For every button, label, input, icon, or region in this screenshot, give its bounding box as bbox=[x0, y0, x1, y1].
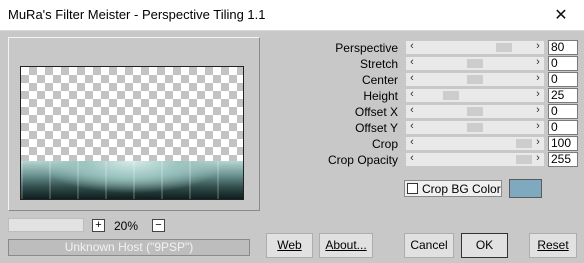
dialog-window: MuRa's Filter Meister - Perspective Tili… bbox=[0, 0, 584, 263]
slider-track[interactable] bbox=[418, 73, 532, 86]
chevron-right-icon[interactable]: › bbox=[532, 136, 544, 149]
param-label: Offset Y bbox=[355, 121, 398, 135]
preview-image[interactable] bbox=[20, 66, 244, 200]
chevron-right-icon[interactable]: › bbox=[532, 152, 544, 165]
chevron-right-icon[interactable]: › bbox=[532, 104, 544, 117]
param-label: Perspective bbox=[335, 41, 398, 55]
slider-track[interactable] bbox=[418, 41, 532, 54]
slider-track[interactable] bbox=[418, 89, 532, 102]
chevron-right-icon[interactable]: › bbox=[532, 56, 544, 69]
param-label: Height bbox=[363, 89, 398, 103]
param-label: Crop bbox=[371, 137, 398, 151]
chevron-right-icon[interactable]: › bbox=[532, 120, 544, 133]
zoom-in-button[interactable]: + bbox=[92, 219, 105, 232]
slider-track[interactable] bbox=[418, 121, 532, 134]
param-slider[interactable]: ‹ › bbox=[406, 40, 544, 54]
param-value-field[interactable]: 80 bbox=[548, 40, 578, 55]
crop-bg-checkbox[interactable] bbox=[407, 183, 418, 194]
about-button[interactable]: About... bbox=[319, 233, 373, 258]
crop-bg-label: Crop BG Color bbox=[422, 182, 501, 196]
preview-frame bbox=[8, 37, 260, 211]
ok-button[interactable]: OK bbox=[461, 233, 508, 258]
crop-bg-color-swatch[interactable] bbox=[509, 179, 542, 198]
slider-track[interactable] bbox=[418, 153, 532, 166]
slider-thumb[interactable] bbox=[467, 123, 483, 132]
param-slider[interactable]: ‹ › bbox=[406, 120, 544, 134]
slider-thumb[interactable] bbox=[516, 139, 532, 148]
chevron-left-icon[interactable]: ‹ bbox=[406, 56, 418, 69]
param-slider[interactable]: ‹ › bbox=[406, 136, 544, 150]
zoom-out-button[interactable]: − bbox=[152, 219, 165, 232]
chevron-right-icon[interactable]: › bbox=[532, 72, 544, 85]
web-button[interactable]: Web bbox=[266, 233, 313, 258]
crop-bg-color-control[interactable]: Crop BG Color bbox=[404, 180, 502, 197]
chevron-left-icon[interactable]: ‹ bbox=[406, 72, 418, 85]
param-slider[interactable]: ‹ › bbox=[406, 88, 544, 102]
chevron-left-icon[interactable]: ‹ bbox=[406, 136, 418, 149]
window-title: MuRa's Filter Meister - Perspective Tili… bbox=[8, 7, 266, 22]
slider-thumb[interactable] bbox=[467, 107, 483, 116]
slider-thumb[interactable] bbox=[443, 91, 459, 100]
chevron-left-icon[interactable]: ‹ bbox=[406, 88, 418, 101]
chevron-right-icon[interactable]: › bbox=[532, 88, 544, 101]
param-value-field[interactable]: 0 bbox=[548, 72, 578, 87]
param-value-field[interactable]: 25 bbox=[548, 88, 578, 103]
chevron-left-icon[interactable]: ‹ bbox=[406, 40, 418, 53]
param-slider[interactable]: ‹ › bbox=[406, 104, 544, 118]
chevron-right-icon[interactable]: › bbox=[532, 40, 544, 53]
param-value-field[interactable]: 0 bbox=[548, 104, 578, 119]
param-label: Offset X bbox=[354, 105, 398, 119]
chevron-left-icon[interactable]: ‹ bbox=[406, 104, 418, 117]
tiled-floor-preview bbox=[21, 161, 243, 199]
slider-track[interactable] bbox=[418, 57, 532, 70]
title-bar: MuRa's Filter Meister - Perspective Tili… bbox=[0, 0, 584, 31]
param-label: Crop Opacity bbox=[327, 153, 398, 167]
slider-thumb[interactable] bbox=[467, 75, 483, 84]
slider-thumb[interactable] bbox=[496, 43, 512, 52]
param-label: Center bbox=[361, 73, 398, 87]
param-value-field[interactable]: 0 bbox=[548, 120, 578, 135]
param-value-field[interactable]: 0 bbox=[548, 56, 578, 71]
chevron-left-icon[interactable]: ‹ bbox=[406, 152, 418, 165]
zoom-level: 20% bbox=[114, 219, 139, 233]
param-slider[interactable]: ‹ › bbox=[406, 72, 544, 86]
reset-button-label: Reset bbox=[537, 238, 569, 252]
dialog-client: + 20% − Unknown Host ("9PSP") Perspectiv… bbox=[0, 31, 584, 263]
host-status: Unknown Host ("9PSP") bbox=[8, 239, 250, 256]
param-slider[interactable]: ‹ › bbox=[406, 152, 544, 166]
close-icon[interactable]: ✕ bbox=[538, 0, 584, 30]
about-button-label: About... bbox=[325, 238, 367, 252]
reset-button[interactable]: Reset bbox=[529, 233, 577, 258]
slider-track[interactable] bbox=[418, 105, 532, 118]
param-value-field[interactable]: 100 bbox=[548, 136, 578, 151]
slider-thumb[interactable] bbox=[516, 155, 532, 164]
chevron-left-icon[interactable]: ‹ bbox=[406, 120, 418, 133]
slider-track[interactable] bbox=[418, 137, 532, 150]
param-value-field[interactable]: 255 bbox=[548, 152, 578, 167]
cancel-button[interactable]: Cancel bbox=[404, 233, 454, 258]
param-label: Stretch bbox=[359, 57, 398, 71]
zoom-strip bbox=[8, 218, 84, 232]
web-button-label: Web bbox=[277, 238, 302, 252]
slider-thumb[interactable] bbox=[467, 59, 483, 68]
param-slider[interactable]: ‹ › bbox=[406, 56, 544, 70]
